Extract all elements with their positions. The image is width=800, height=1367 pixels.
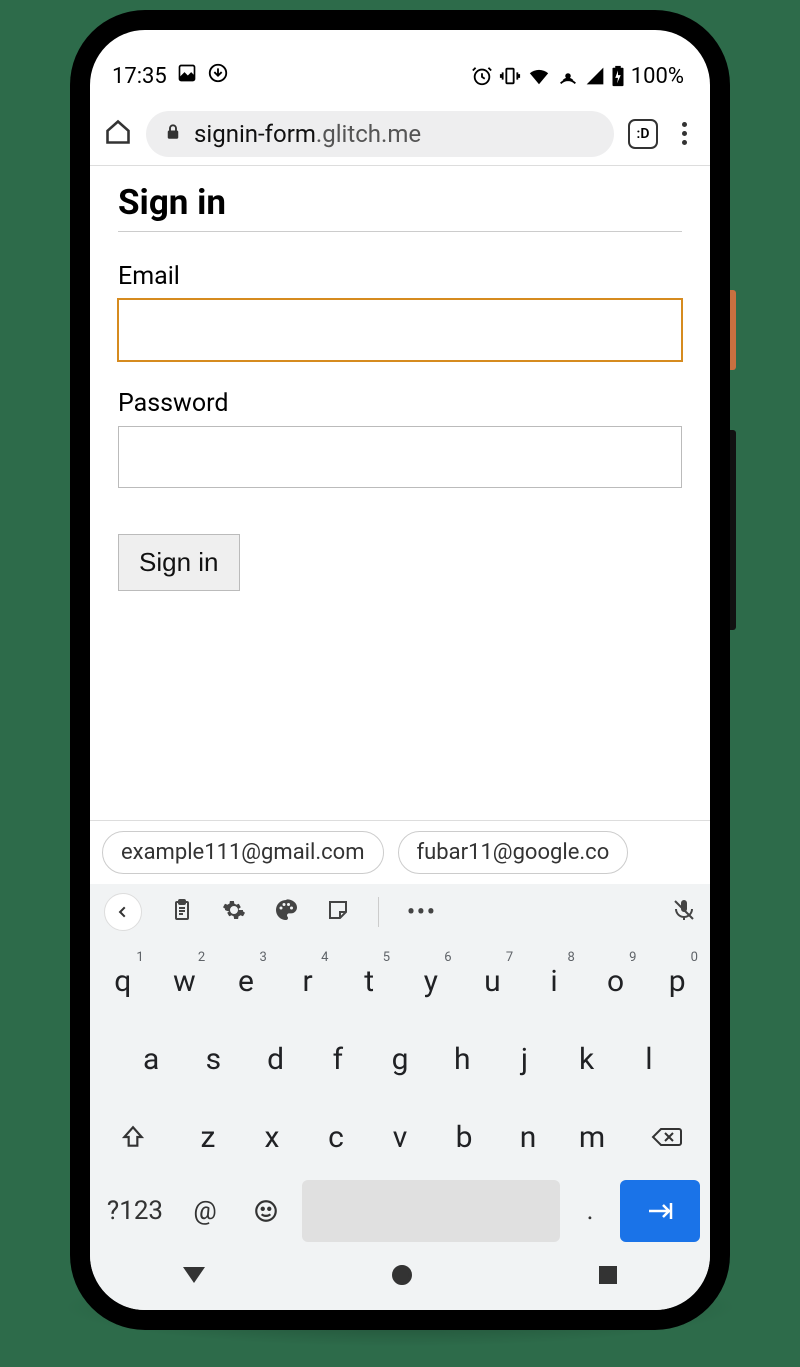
- browser-toolbar: signin-form.glitch.me :D: [90, 102, 710, 166]
- page-title: Sign in: [118, 182, 682, 232]
- password-input[interactable]: [118, 426, 682, 488]
- nav-recent-icon[interactable]: [599, 1266, 617, 1284]
- signin-button[interactable]: Sign in: [118, 534, 240, 591]
- image-icon: [177, 63, 197, 89]
- hotspot-icon: [557, 65, 579, 87]
- tabs-label: :D: [637, 126, 650, 142]
- key-m[interactable]: m: [562, 1102, 622, 1172]
- address-bar[interactable]: signin-form.glitch.me: [146, 111, 614, 157]
- space-key[interactable]: [302, 1180, 560, 1242]
- url-host: signin-form: [194, 120, 316, 148]
- key-a[interactable]: a: [122, 1024, 180, 1094]
- suggestion-chip[interactable]: fubar11@google.co: [398, 831, 629, 874]
- key-d[interactable]: d: [246, 1024, 304, 1094]
- kbd-collapse-icon[interactable]: [104, 893, 142, 931]
- clipboard-icon[interactable]: [170, 898, 194, 926]
- at-key[interactable]: @: [180, 1180, 230, 1242]
- vibrate-icon: [499, 65, 521, 87]
- lock-icon: [164, 120, 182, 148]
- key-e[interactable]: e3: [217, 946, 275, 1016]
- sticker-icon[interactable]: [326, 898, 350, 926]
- toolbar-separator: [378, 897, 379, 927]
- gear-icon[interactable]: [222, 898, 246, 926]
- key-y[interactable]: y6: [402, 946, 460, 1016]
- backspace-key[interactable]: [632, 1102, 702, 1172]
- shift-key[interactable]: [98, 1102, 168, 1172]
- status-time: 17:35: [112, 64, 167, 89]
- key-f[interactable]: f: [309, 1024, 367, 1094]
- overflow-menu-icon[interactable]: [672, 122, 696, 145]
- downloads-icon: [207, 62, 229, 90]
- symbols-key[interactable]: ?123: [100, 1180, 170, 1242]
- keyboard-toolbar: •••: [90, 884, 710, 940]
- palette-icon[interactable]: [274, 898, 298, 926]
- more-icon[interactable]: •••: [407, 900, 437, 925]
- signin-button-label: Sign in: [139, 547, 219, 577]
- power-button: [730, 290, 736, 370]
- emoji-key[interactable]: [240, 1180, 292, 1242]
- key-b[interactable]: b: [434, 1102, 494, 1172]
- key-v[interactable]: v: [370, 1102, 430, 1172]
- key-h[interactable]: h: [433, 1024, 491, 1094]
- url-path: .glitch.me: [316, 120, 421, 148]
- battery-percent: 100%: [631, 64, 684, 89]
- key-l[interactable]: l: [620, 1024, 678, 1094]
- key-r[interactable]: r4: [279, 946, 337, 1016]
- wifi-icon: [527, 65, 551, 87]
- email-input[interactable]: [118, 299, 682, 361]
- home-icon[interactable]: [104, 118, 132, 150]
- key-g[interactable]: g: [371, 1024, 429, 1094]
- cell-signal-icon: [585, 66, 605, 86]
- nav-home-icon[interactable]: [392, 1265, 412, 1285]
- key-k[interactable]: k: [558, 1024, 616, 1094]
- key-o[interactable]: o9: [587, 946, 645, 1016]
- autofill-suggestions: example111@gmail.com fubar11@google.co: [90, 820, 710, 884]
- key-x[interactable]: x: [242, 1102, 302, 1172]
- key-j[interactable]: j: [495, 1024, 553, 1094]
- key-q[interactable]: q1: [94, 946, 152, 1016]
- android-nav-bar: [90, 1252, 710, 1310]
- alarm-icon: [471, 65, 493, 87]
- mic-off-icon[interactable]: [672, 898, 696, 926]
- email-label: Email: [118, 262, 682, 291]
- key-z[interactable]: z: [178, 1102, 238, 1172]
- phone-frame: 17:35: [70, 10, 730, 1330]
- key-s[interactable]: s: [184, 1024, 242, 1094]
- soft-keyboard: q1w2e3r4t5y6u7i8o9p0 asdfghjkl zxcvbnm ?…: [90, 940, 710, 1252]
- nav-back-icon[interactable]: [183, 1267, 205, 1283]
- tabs-button[interactable]: :D: [628, 119, 658, 149]
- enter-key[interactable]: [620, 1180, 700, 1242]
- status-bar: 17:35: [90, 50, 710, 102]
- password-label: Password: [118, 389, 682, 418]
- key-n[interactable]: n: [498, 1102, 558, 1172]
- web-page: Sign in Email Password Sign in: [90, 166, 710, 820]
- key-p[interactable]: p0: [648, 946, 706, 1016]
- key-c[interactable]: c: [306, 1102, 366, 1172]
- key-u[interactable]: u7: [464, 946, 522, 1016]
- key-w[interactable]: w2: [156, 946, 214, 1016]
- key-i[interactable]: i8: [525, 946, 583, 1016]
- period-key[interactable]: .: [570, 1180, 610, 1242]
- suggestion-chip[interactable]: example111@gmail.com: [102, 831, 384, 874]
- battery-icon: [611, 65, 625, 87]
- key-t[interactable]: t5: [340, 946, 398, 1016]
- volume-button: [730, 430, 736, 630]
